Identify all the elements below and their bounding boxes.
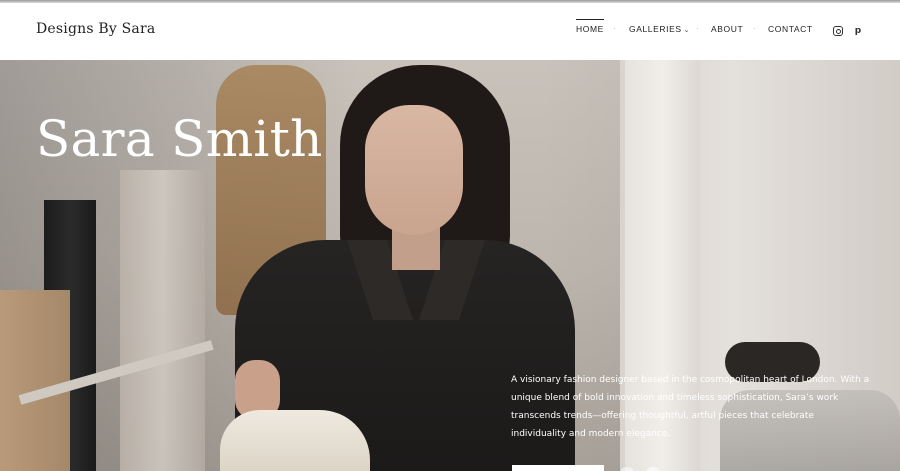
hero-title: Sara Smith: [36, 110, 323, 168]
hero-section: Sara Smith A visionary fashion designer …: [0, 60, 900, 471]
nav-galleries-label: GALLERIES: [629, 24, 682, 34]
pinterest-icon[interactable]: p: [853, 26, 863, 36]
nav-galleries[interactable]: GALLERIES ⌄: [629, 24, 690, 34]
instagram-icon[interactable]: [833, 26, 843, 36]
chevron-down-icon: ⌄: [683, 27, 691, 34]
nav-contact[interactable]: CONTACT: [768, 24, 813, 34]
brand-logo-link[interactable]: Designs By Sara: [36, 21, 155, 37]
nav-separator: ·: [696, 24, 699, 33]
site-header: Designs By Sara HOME · GALLERIES ⌄ · ABOU…: [0, 3, 900, 60]
nav-separator: ·: [753, 24, 756, 33]
carousel-indicator[interactable]: [646, 467, 660, 471]
nav-home[interactable]: HOME: [576, 19, 604, 34]
nav-about[interactable]: ABOUT: [711, 24, 743, 34]
hanging-cloth: [120, 170, 205, 471]
nav-separator: ·: [613, 24, 616, 33]
designer-face: [365, 105, 463, 235]
wooden-board: [0, 290, 70, 471]
hero-description: A visionary fashion designer based in th…: [511, 375, 870, 439]
carousel-indicator[interactable]: [620, 467, 634, 471]
cream-fabric: [220, 410, 370, 471]
hero-cta-button[interactable]: [512, 465, 604, 471]
